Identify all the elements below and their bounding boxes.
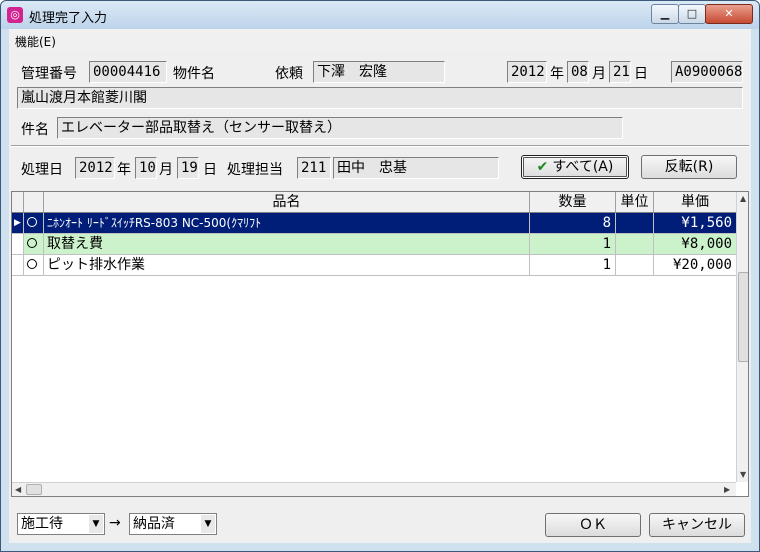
address-field[interactable]: 嵐山渡月本館菱川閣 <box>17 87 743 109</box>
to-status-select[interactable]: 納品済 ▼ <box>129 513 217 535</box>
row-qty: 1 <box>530 234 616 254</box>
radio-circle-icon <box>27 217 37 227</box>
row-unit <box>616 234 654 254</box>
day-unit-label: 日 <box>634 66 648 82</box>
code-field[interactable]: A0900068 <box>671 61 743 83</box>
column-header-name[interactable]: 品名 <box>44 192 530 212</box>
process-date-label: 処理日 <box>21 162 63 178</box>
from-status-value: 施工待 <box>21 516 63 532</box>
from-status-select[interactable]: 施工待 ▼ <box>17 513 105 535</box>
checkmark-icon: ✔ <box>536 159 549 175</box>
table-row[interactable]: ▶ ﾆﾎﾝｵｰﾄ ﾘｰﾄﾞｽｲｯﾁRS-803 NC-500(ｸﾏﾘﾌﾄ 8 ¥… <box>12 213 736 234</box>
date-month-field[interactable]: 08 <box>567 61 589 83</box>
menu-bar: 機能(E) <box>9 29 751 51</box>
date-day-field[interactable]: 21 <box>609 61 631 83</box>
row-price: ¥20,000 <box>672 257 732 273</box>
horizontal-scrollbar[interactable]: ◀ ▶ <box>12 482 736 496</box>
select-all-button[interactable]: ✔ すべて(A) <box>521 155 629 179</box>
row-radio[interactable] <box>24 213 44 233</box>
vertical-scrollbar[interactable]: ▲ ▼ <box>736 192 748 482</box>
table-row[interactable]: 取替え費 1 ¥8,000 <box>12 234 736 255</box>
month-unit-label: 月 <box>592 66 606 82</box>
chevron-down-icon[interactable]: ▼ <box>89 515 103 533</box>
client-field[interactable]: 下澤 宏隆 <box>313 61 445 83</box>
property-name-label: 物件名 <box>173 66 215 82</box>
staff-label: 処理担当 <box>227 162 283 178</box>
process-year-field[interactable]: 2012 <box>75 157 115 179</box>
window-title: 処理完了入力 <box>29 11 108 26</box>
staff-code-field[interactable]: 211 <box>297 157 331 179</box>
process-month-field[interactable]: 10 <box>135 157 157 179</box>
subject-label: 件名 <box>21 122 49 138</box>
radio-circle-icon <box>27 238 37 248</box>
main-window: ◎ 処理完了入力 ▁ □ ✕ 機能(E) 管理番号 00004416 物件名 依… <box>0 0 760 552</box>
menu-item-function[interactable]: 機能(E) <box>15 33 56 50</box>
ok-button[interactable]: ＯＫ <box>545 513 641 537</box>
row-price: ¥1,560 <box>681 215 732 231</box>
divider <box>11 145 749 147</box>
client-label: 依頼 <box>275 66 303 82</box>
process-year-unit: 年 <box>117 162 131 178</box>
scroll-left-icon[interactable]: ◀ <box>15 485 21 494</box>
row-item-name: ピット排水作業 <box>44 255 530 275</box>
row-qty: 1 <box>530 255 616 275</box>
invert-button[interactable]: 反転(R) <box>641 155 737 179</box>
row-radio[interactable] <box>24 255 44 275</box>
subject-field[interactable]: エレベーター部品取替え（センサー取替え） <box>57 117 623 139</box>
maximize-button[interactable]: □ <box>678 4 706 24</box>
scroll-up-icon[interactable]: ▲ <box>740 194 746 203</box>
process-month-unit: 月 <box>159 162 173 178</box>
header-check-cell <box>24 192 44 212</box>
select-all-label: すべて(A) <box>552 159 614 175</box>
row-item-name: 取替え費 <box>44 234 530 254</box>
vertical-scroll-thumb[interactable] <box>738 272 748 362</box>
scroll-down-icon[interactable]: ▼ <box>740 470 746 479</box>
column-header-unit[interactable]: 単位 <box>616 192 654 212</box>
title-bar[interactable]: ◎ 処理完了入力 ▁ □ ✕ <box>1 1 759 29</box>
scroll-right-icon[interactable]: ▶ <box>724 485 730 494</box>
row-qty: 8 <box>530 213 616 233</box>
process-day-unit: 日 <box>203 162 217 178</box>
arrow-label: → <box>109 515 121 531</box>
table-row[interactable]: ピット排水作業 1 ¥20,000 <box>12 255 736 276</box>
row-price: ¥8,000 <box>681 236 732 252</box>
close-button[interactable]: ✕ <box>705 4 753 24</box>
row-radio[interactable] <box>24 234 44 254</box>
horizontal-scroll-thumb[interactable] <box>26 484 42 495</box>
minimize-button[interactable]: ▁ <box>651 4 679 24</box>
row-unit <box>616 255 654 275</box>
to-status-value: 納品済 <box>133 516 175 532</box>
chevron-down-icon[interactable]: ▼ <box>201 515 215 533</box>
column-header-qty[interactable]: 数量 <box>530 192 616 212</box>
row-unit <box>616 213 654 233</box>
column-header-price[interactable]: 単価 <box>654 192 736 212</box>
row-item-name: ﾆﾎﾝｵｰﾄ ﾘｰﾄﾞｽｲｯﾁRS-803 NC-500(ｸﾏﾘﾌﾄ <box>44 213 530 233</box>
year-unit-label: 年 <box>550 66 564 82</box>
row-indicator <box>12 255 24 275</box>
items-grid[interactable]: 品名 数量 単位 単価 ▶ ﾆﾎﾝｵｰﾄ ﾘｰﾄﾞｽｲｯﾁRS-803 NC-5… <box>11 191 749 497</box>
cancel-button[interactable]: キャンセル <box>649 513 745 537</box>
date-year-field[interactable]: 2012 <box>507 61 547 83</box>
process-day-field[interactable]: 19 <box>177 157 199 179</box>
mgmt-number-label: 管理番号 <box>21 66 77 82</box>
header-indicator-cell <box>12 192 24 212</box>
row-indicator <box>12 234 24 254</box>
client-area: 機能(E) 管理番号 00004416 物件名 依頼 下澤 宏隆 2012 年 … <box>9 29 751 543</box>
row-pointer-icon: ▶ <box>12 213 24 233</box>
grid-header: 品名 数量 単位 単価 <box>12 192 736 213</box>
radio-circle-icon <box>27 259 37 269</box>
app-icon: ◎ <box>7 7 23 23</box>
staff-name-field[interactable]: 田中 忠基 <box>333 157 499 179</box>
mgmt-number-field[interactable]: 00004416 <box>89 61 167 83</box>
